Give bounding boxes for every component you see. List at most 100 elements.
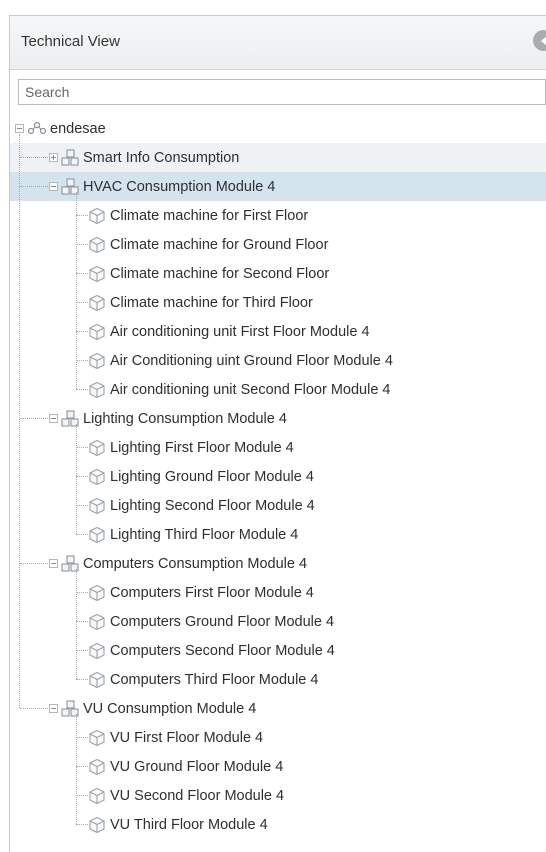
tree-node-device[interactable]: Lighting Third Floor Module 4 — [10, 520, 546, 549]
device-cube-icon — [89, 439, 105, 457]
tree-node-device[interactable]: VU Ground Floor Module 4 — [10, 752, 546, 781]
tree-node-label: Computers Third Floor Module 4 — [110, 671, 319, 688]
tree-node-device[interactable]: VU First Floor Module 4 — [10, 723, 546, 752]
tree-node-label: Lighting Ground Floor Module 4 — [110, 468, 314, 485]
device-cube-icon — [89, 816, 105, 834]
tree-connector-horizontal — [76, 447, 88, 448]
tree-connector-horizontal — [76, 273, 88, 274]
tree-node-device[interactable]: Climate machine for Third Floor — [10, 288, 546, 317]
tree-connector-horizontal — [20, 186, 48, 187]
device-cube-icon — [89, 787, 105, 805]
tree-connector-horizontal — [76, 215, 88, 216]
technical-view-panel: Technical View endesae Smart Info Consump… — [9, 15, 546, 852]
device-cube-icon — [89, 207, 105, 225]
tree-node-device[interactable]: VU Second Floor Module 4 — [10, 781, 546, 810]
device-cube-icon — [89, 352, 105, 370]
tree-connector-horizontal — [76, 650, 88, 651]
tree-connector-vertical — [76, 424, 77, 534]
collapse-panel-icon[interactable] — [533, 30, 546, 51]
tree-connector-horizontal — [20, 708, 48, 709]
tree-node-label: HVAC Consumption Module 4 — [83, 178, 276, 195]
device-cube-icon — [89, 468, 105, 486]
tree-node-label: Lighting First Floor Module 4 — [110, 439, 294, 456]
tree-node-label: Air conditioning unit Second Floor Modul… — [110, 381, 391, 398]
device-cube-icon — [89, 526, 105, 544]
tree-node-label: VU Second Floor Module 4 — [110, 787, 285, 804]
tree-connector-horizontal — [76, 795, 88, 796]
tree-connector-horizontal — [76, 389, 88, 390]
tree-node-label: VU Consumption Module 4 — [83, 700, 257, 717]
tree-connector-vertical — [76, 192, 77, 389]
tree-node-device[interactable]: Air conditioning unit Second Floor Modul… — [10, 375, 546, 404]
tree-node-group[interactable]: Lighting Consumption Module 4 — [10, 404, 546, 433]
tree-node-label: Lighting Second Floor Module 4 — [110, 497, 315, 514]
tree-connector-vertical — [19, 134, 20, 708]
device-cube-icon — [89, 323, 105, 341]
tree-connector-horizontal — [76, 679, 88, 680]
tree-node-device[interactable]: Climate machine for Second Floor — [10, 259, 546, 288]
tree-connector-vertical — [76, 569, 77, 679]
tree-node-device[interactable]: Computers Ground Floor Module 4 — [10, 607, 546, 636]
tree-node-device[interactable]: Computers Second Floor Module 4 — [10, 636, 546, 665]
collapse-icon[interactable] — [49, 559, 58, 568]
expand-icon[interactable] — [49, 153, 58, 162]
tree-node-device[interactable]: Computers First Floor Module 4 — [10, 578, 546, 607]
collapse-icon[interactable] — [49, 414, 58, 423]
tree-node-label: Computers Consumption Module 4 — [83, 555, 308, 572]
tree-node-label: Lighting Third Floor Module 4 — [110, 526, 299, 543]
tree-node-device[interactable]: Computers Third Floor Module 4 — [10, 665, 546, 694]
tree-node-label: Air conditioning unit First Floor Module… — [110, 323, 370, 340]
collapse-icon[interactable] — [49, 182, 58, 191]
tree-connector-horizontal — [20, 418, 48, 419]
tree-node-label: Computers Ground Floor Module 4 — [110, 613, 335, 630]
tree-node-device[interactable]: VU Third Floor Module 4 — [10, 810, 546, 839]
tree-node-group[interactable]: VU Consumption Module 4 — [10, 694, 546, 723]
tree-connector-vertical — [76, 714, 77, 824]
tree-node-label: endesae — [50, 120, 106, 137]
device-cube-icon — [89, 584, 105, 602]
tree-node-group[interactable]: Computers Consumption Module 4 — [10, 549, 546, 578]
tree-node-label: Computers First Floor Module 4 — [110, 584, 314, 601]
tree-node-label: Computers Second Floor Module 4 — [110, 642, 335, 659]
collapse-icon[interactable] — [15, 124, 24, 133]
tree-node-label: VU Third Floor Module 4 — [110, 816, 268, 833]
tree-connector-horizontal — [76, 244, 88, 245]
device-cube-icon — [89, 497, 105, 515]
tree-node-device[interactable]: Air Conditioning uint Ground Floor Modul… — [10, 346, 546, 375]
device-cube-icon — [89, 758, 105, 776]
tree-node-label: Air Conditioning uint Ground Floor Modul… — [110, 352, 393, 369]
panel-title: Technical View — [21, 33, 120, 50]
tree-node-label: VU First Floor Module 4 — [110, 729, 264, 746]
device-cube-icon — [89, 729, 105, 747]
collapse-icon[interactable] — [49, 704, 58, 713]
tree-node-device[interactable]: Lighting First Floor Module 4 — [10, 433, 546, 462]
tree-node-device[interactable]: Climate machine for Ground Floor — [10, 230, 546, 259]
search-input[interactable] — [19, 80, 545, 104]
tree-node-device[interactable]: Lighting Ground Floor Module 4 — [10, 462, 546, 491]
search-box — [18, 79, 546, 105]
tree-node-label: Smart Info Consumption — [83, 149, 240, 166]
tree-connector-horizontal — [76, 534, 88, 535]
tree-node-group[interactable]: Smart Info Consumption — [10, 143, 546, 172]
tree-node-group[interactable]: HVAC Consumption Module 4 — [10, 172, 546, 201]
tree-node-root[interactable]: endesae — [10, 114, 546, 143]
tree-connector-horizontal — [76, 302, 88, 303]
tree-connector-horizontal — [76, 621, 88, 622]
device-cube-icon — [89, 294, 105, 312]
tree-connector-horizontal — [76, 737, 88, 738]
tree-node-label: Climate machine for Third Floor — [110, 294, 313, 311]
device-cube-icon — [89, 381, 105, 399]
tree-connector-horizontal — [76, 331, 88, 332]
device-cube-icon — [89, 642, 105, 660]
tree-connector-horizontal — [76, 360, 88, 361]
tree-node-device[interactable]: Air conditioning unit First Floor Module… — [10, 317, 546, 346]
network-root-icon — [27, 121, 47, 135]
device-cube-icon — [89, 671, 105, 689]
tree-node-label: Lighting Consumption Module 4 — [83, 410, 287, 427]
tree-node-device[interactable]: Climate machine for First Floor — [10, 201, 546, 230]
panel-header: Technical View — [10, 16, 546, 70]
tree-node-label: Climate machine for First Floor — [110, 207, 309, 224]
device-cube-icon — [89, 236, 105, 254]
tree-node-device[interactable]: Lighting Second Floor Module 4 — [10, 491, 546, 520]
tree-connector-horizontal — [20, 563, 48, 564]
